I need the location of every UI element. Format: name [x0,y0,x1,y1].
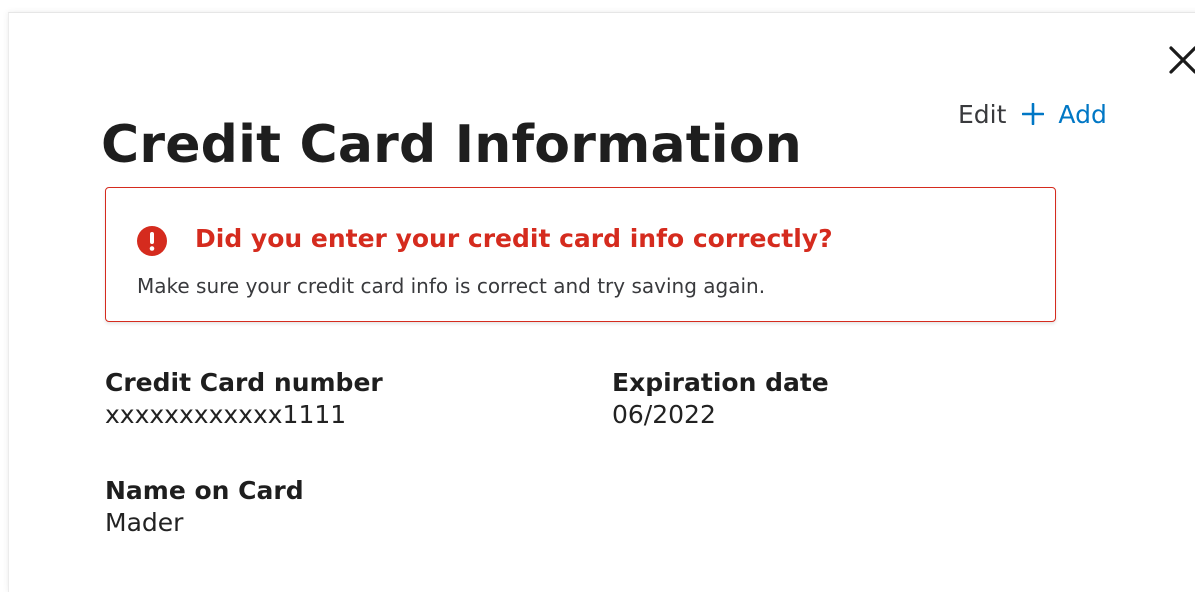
name-on-card-field: Name on Card Mader [105,476,304,540]
close-icon [1169,46,1195,74]
alert-message: Make sure your credit card info is corre… [137,274,766,298]
card-actions: Edit Add [958,98,1107,130]
expiration-field: Expiration date 06/2022 [612,368,829,432]
add-link-label: Add [1058,99,1107,129]
alert-title: Did you enter your credit card info corr… [195,224,833,253]
add-link[interactable]: Add [1022,99,1107,129]
close-button[interactable] [1166,43,1195,77]
expiration-value: 06/2022 [612,400,716,429]
alert-exclamation-icon [137,226,167,256]
edit-link[interactable]: Edit [958,100,1006,129]
page-title: Credit Card Information [101,115,802,175]
name-on-card-value: Mader [105,508,184,537]
card-number-value: xxxxxxxxxxxx1111 [105,400,347,429]
card-number-label: Credit Card number [105,368,383,397]
name-on-card-label: Name on Card [105,476,304,505]
expiration-label: Expiration date [612,368,829,397]
card-number-field: Credit Card number xxxxxxxxxxxx1111 [105,368,383,432]
plus-icon [1022,103,1045,125]
error-alert: Did you enter your credit card info corr… [105,187,1056,322]
